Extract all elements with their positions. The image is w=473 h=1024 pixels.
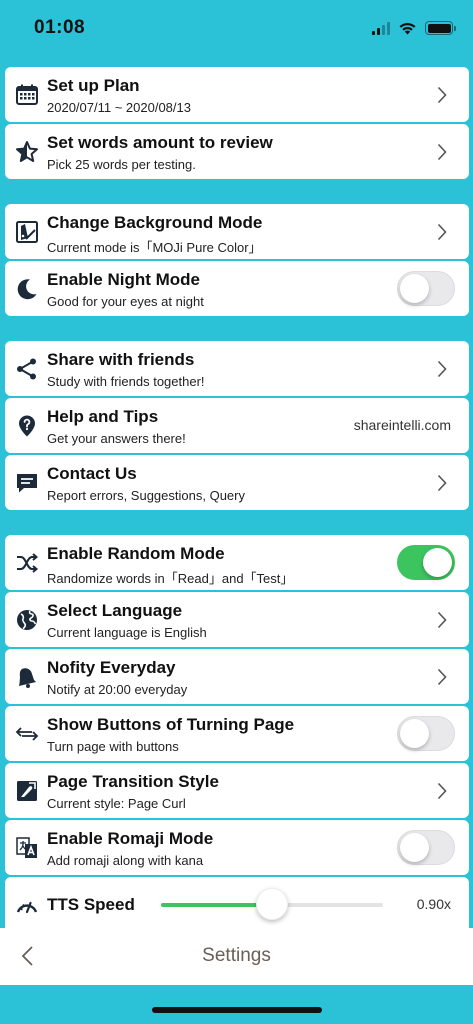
row-subtitle: Current style: Page Curl — [47, 796, 186, 811]
row-subtitle: Turn page with buttons — [47, 739, 179, 754]
row-title: Enable Romaji Mode — [47, 829, 214, 848]
toggle-knob — [400, 719, 429, 748]
translate-icon — [15, 836, 39, 860]
cellular-signal-icon — [372, 21, 390, 35]
chevron-right-icon — [437, 86, 447, 104]
speedometer-icon — [15, 894, 39, 918]
row-title: Set up Plan — [47, 76, 140, 95]
bell-icon — [15, 665, 39, 689]
share-icon — [15, 357, 39, 381]
chevron-right-icon — [437, 782, 447, 800]
romaji-mode-toggle[interactable] — [397, 830, 455, 865]
page-title: Settings — [202, 945, 271, 966]
row-title: Contact Us — [47, 464, 137, 483]
palette-icon — [15, 220, 39, 244]
bottom-nav-bar: Settings — [0, 928, 473, 985]
row-title: Select Language — [47, 601, 183, 620]
row-title: Show Buttons of Turning Page — [47, 715, 295, 734]
chevron-right-icon — [437, 223, 447, 241]
row-romaji-mode[interactable]: Enable Romaji Mode Add romaji along with… — [5, 820, 469, 875]
moon-icon — [15, 277, 39, 301]
random-mode-toggle[interactable] — [397, 545, 455, 580]
row-notify-everyday[interactable]: Nofity Everyday Notify at 20:00 everyday — [5, 649, 469, 704]
toggle-knob — [400, 833, 429, 862]
row-select-language[interactable]: Select Language Current language is Engl… — [5, 592, 469, 647]
chevron-right-icon — [437, 360, 447, 378]
row-help-tips[interactable]: Help and Tips Get your answers there! sh… — [5, 398, 469, 453]
battery-icon — [425, 21, 456, 35]
row-set-up-plan[interactable]: Set up Plan 2020/07/11 ~ 2020/08/13 — [5, 67, 469, 122]
row-subtitle: Get your answers there! — [47, 431, 186, 446]
row-title: Page Transition Style — [47, 772, 219, 791]
row-subtitle: Pick 25 words per testing. — [47, 157, 196, 172]
chevron-right-icon — [437, 611, 447, 629]
row-subtitle: 2020/07/11 ~ 2020/08/13 — [47, 100, 191, 115]
row-subtitle: Notify at 20:00 everyday — [47, 682, 188, 697]
tts-speed-value: 0.90x — [416, 896, 451, 912]
row-share[interactable]: Share with friends Study with friends to… — [5, 341, 469, 396]
row-contact-us[interactable]: Contact Us Report errors, Suggestions, Q… — [5, 455, 469, 510]
row-title: Change Background Mode — [47, 213, 263, 232]
chevron-right-icon — [437, 143, 447, 161]
wifi-icon — [399, 23, 416, 35]
row-title: Help and Tips — [47, 407, 159, 426]
globe-icon — [15, 608, 39, 632]
night-mode-toggle[interactable] — [397, 271, 455, 306]
star-icon — [15, 140, 39, 164]
row-subtitle: Add romaji along with kana — [47, 853, 204, 868]
chevron-right-icon — [437, 474, 447, 492]
row-night-mode[interactable]: Enable Night Mode Good for your eyes at … — [5, 261, 469, 316]
status-time: 01:08 — [34, 17, 86, 38]
row-title: Set words amount to review — [47, 133, 273, 152]
home-indicator[interactable] — [152, 1007, 322, 1013]
tts-speed-slider[interactable] — [161, 888, 383, 920]
row-tts-speed: TTS Speed 0.90x — [5, 877, 469, 933]
row-title: Enable Random Mode — [47, 544, 225, 563]
swap-arrows-icon — [15, 722, 39, 746]
row-words-amount[interactable]: Set words amount to review Pick 25 words… — [5, 124, 469, 179]
location-question-icon — [15, 414, 39, 438]
row-title: TTS Speed — [47, 895, 135, 914]
row-page-transition[interactable]: Page Transition Style Current style: Pag… — [5, 763, 469, 818]
calendar-icon — [15, 83, 39, 107]
row-title: Nofity Everyday — [47, 658, 176, 677]
status-bar: 01:08 — [0, 0, 473, 56]
status-icons — [372, 18, 456, 38]
row-background-mode[interactable]: Change Background Mode Current mode is「M… — [5, 204, 469, 259]
slider-thumb[interactable] — [256, 888, 288, 920]
row-random-mode[interactable]: Enable Random Mode Randomize words in「Re… — [5, 535, 469, 590]
row-subtitle: Current language is English — [47, 625, 207, 640]
row-subtitle: Study with friends together! — [47, 374, 205, 389]
page-curl-icon — [15, 779, 39, 803]
turning-buttons-toggle[interactable] — [397, 716, 455, 751]
row-subtitle: Current mode is「MOJi Pure Color」 — [47, 240, 262, 255]
chevron-right-icon — [437, 668, 447, 686]
row-subtitle: Randomize words in「Read」and「Test」 — [47, 571, 294, 586]
toggle-knob — [400, 274, 429, 303]
row-subtitle: Good for your eyes at night — [47, 294, 204, 309]
row-subtitle: Report errors, Suggestions, Query — [47, 488, 245, 503]
message-icon — [15, 471, 39, 495]
shuffle-icon — [15, 551, 39, 575]
row-turning-buttons[interactable]: Show Buttons of Turning Page Turn page w… — [5, 706, 469, 761]
toggle-knob — [423, 548, 452, 577]
row-title: Enable Night Mode — [47, 270, 200, 289]
help-website-link[interactable]: shareintelli.com — [354, 417, 451, 433]
row-title: Share with friends — [47, 350, 195, 369]
